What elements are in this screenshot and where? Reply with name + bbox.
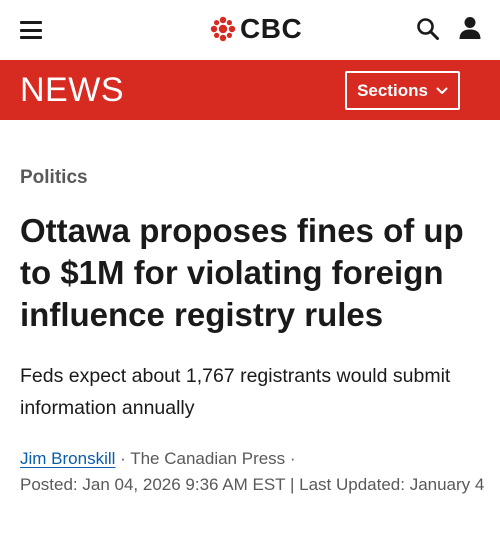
timestamp-text: Posted: Jan 04, 2026 9:36 AM EST | Last … xyxy=(20,475,485,494)
news-section-bar: NEWS Sections xyxy=(0,60,500,120)
news-label[interactable]: NEWS xyxy=(20,70,124,110)
sections-label: Sections xyxy=(357,80,428,100)
source-text: · The Canadian Press · xyxy=(115,449,296,468)
chevron-down-icon xyxy=(436,87,448,94)
article-headline: Ottawa proposes fines of up to $1M for v… xyxy=(20,212,464,333)
search-icon[interactable] xyxy=(415,16,441,42)
article-category[interactable]: Politics xyxy=(20,167,88,189)
top-header: CBC xyxy=(0,0,500,60)
user-account-icon[interactable] xyxy=(457,15,483,41)
author-link[interactable]: Jim Bronskill xyxy=(20,449,115,468)
hamburger-menu-icon[interactable] xyxy=(20,19,46,41)
article-deck: Feds expect about 1,767 registrants woul… xyxy=(20,365,451,419)
article-byline: Jim Bronskill · The Canadian Press · Pos… xyxy=(20,446,490,498)
sections-button[interactable]: Sections xyxy=(345,71,460,110)
cbc-gem-icon xyxy=(210,16,236,42)
brand-name: CBC xyxy=(240,13,303,44)
cbc-logo[interactable]: CBC xyxy=(210,12,302,46)
